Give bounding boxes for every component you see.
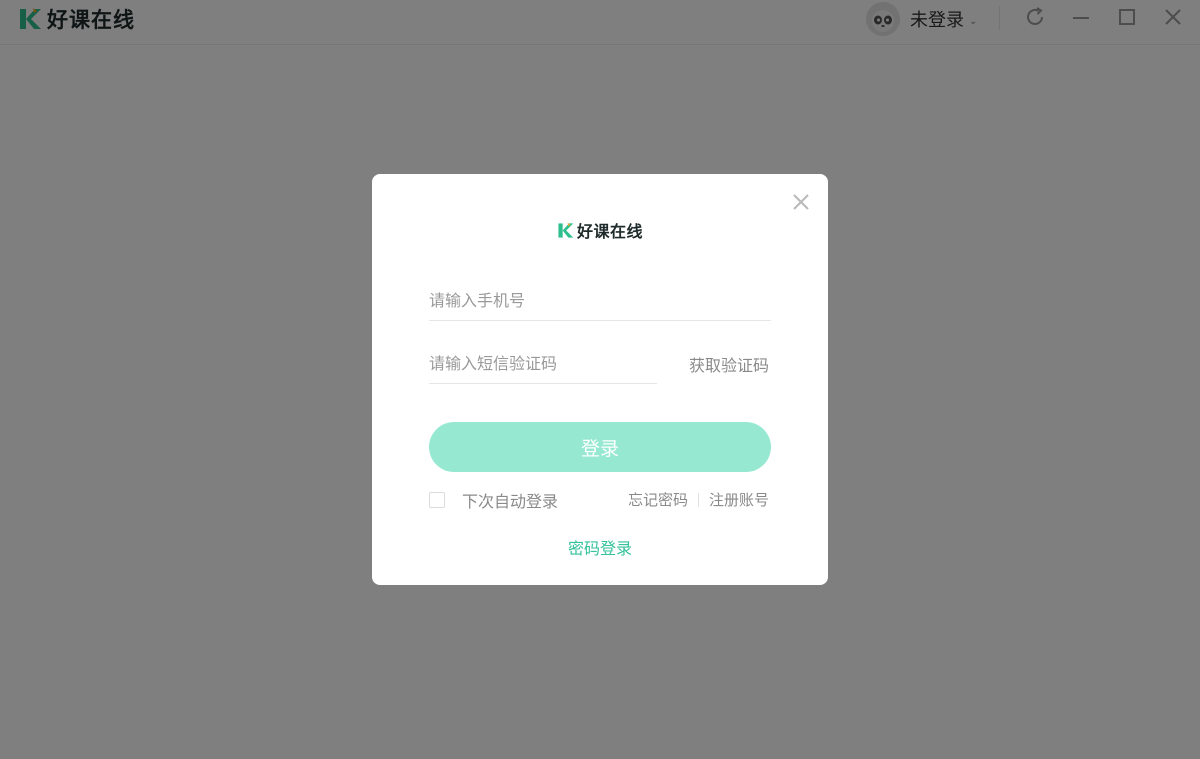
k-logo-icon — [558, 222, 574, 238]
dialog-brand: 好课在线 — [577, 222, 644, 241]
sms-code-field — [429, 343, 657, 384]
auto-login-label[interactable]: 下次自动登录 — [462, 488, 558, 512]
sms-code-input[interactable] — [429, 343, 657, 383]
app-window: 好课在线 未登录 ⌄ — [0, 0, 1200, 759]
login-dialog: 好课在线 获取验证码 登录 下次自动登录 忘记密码 注册账号 密码登录 — [372, 174, 828, 585]
account-links: 忘记密码 注册账号 — [628, 489, 769, 510]
dialog-close-button[interactable] — [790, 191, 812, 213]
password-login-link: 密码登录 — [372, 535, 828, 559]
auto-login-option[interactable]: 下次自动登录 — [429, 488, 558, 512]
get-code-button[interactable]: 获取验证码 — [689, 352, 769, 376]
phone-input[interactable] — [429, 280, 771, 320]
register-link[interactable]: 注册账号 — [709, 489, 769, 510]
dialog-logo: 好课在线 — [557, 218, 643, 242]
close-icon — [793, 194, 809, 210]
auto-login-checkbox[interactable] — [429, 492, 445, 508]
login-button[interactable]: 登录 — [429, 422, 771, 472]
link-separator — [698, 492, 700, 507]
phone-field — [429, 280, 771, 321]
password-login-label[interactable]: 密码登录 — [568, 539, 632, 558]
forgot-password-link[interactable]: 忘记密码 — [628, 489, 688, 510]
